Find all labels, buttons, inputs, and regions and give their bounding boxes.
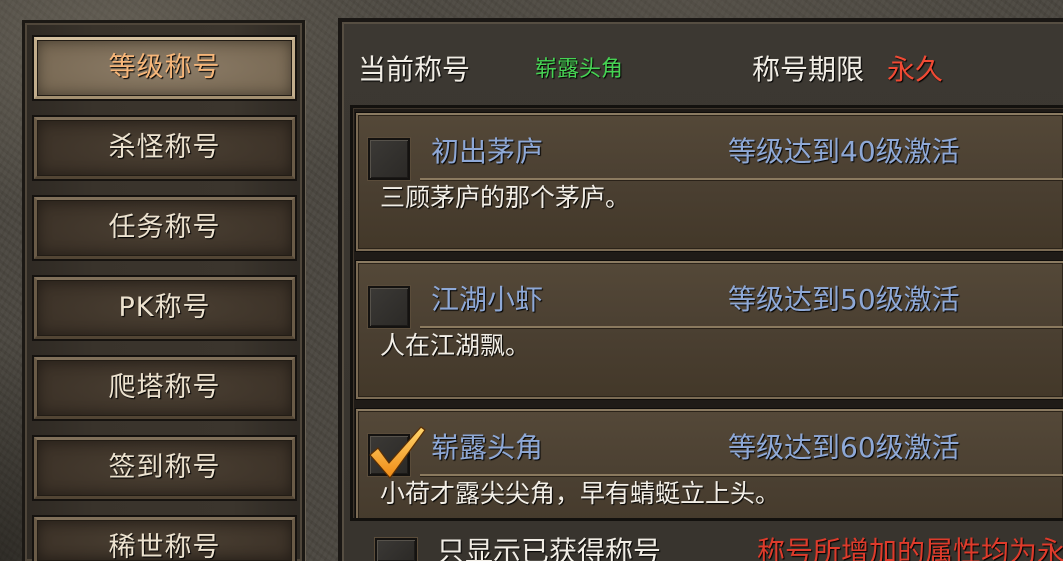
title-checkbox[interactable]	[368, 138, 410, 180]
title-checkbox[interactable]	[368, 286, 410, 328]
title-description: 人在江湖飘。	[380, 331, 531, 360]
current-title-value: 崭露头角	[535, 57, 624, 82]
title-name: 崭露头角	[431, 431, 544, 464]
owned-only-label: 只显示已获得称号	[437, 535, 662, 561]
title-divider	[420, 326, 1063, 328]
title-name: 初出茅庐	[431, 135, 544, 168]
tab-label: PK称号	[118, 292, 211, 323]
title-description: 小荷才露尖尖角，早有蜻蜓立上头。	[380, 479, 781, 508]
tab-monster-kill-titles[interactable]: 杀怪称号	[34, 117, 295, 179]
category-sidebar: 等级称号 杀怪称号 任务称号 PK称号 爬塔称号 签到称号 稀世称号	[22, 20, 305, 561]
title-requirement: 等级达到60级激活	[728, 431, 960, 464]
title-requirement: 等级达到40级激活	[728, 135, 960, 168]
title-name: 江湖小虾	[431, 283, 544, 316]
title-card[interactable]: 江湖小虾 等级达到50级激活 人在江湖飘。	[356, 261, 1063, 399]
tab-label: 爬塔称号	[108, 372, 221, 403]
tab-sign-in-titles[interactable]: 签到称号	[34, 437, 295, 499]
title-window: 等级称号 杀怪称号 任务称号 PK称号 爬塔称号 签到称号 稀世称号 当前称号 …	[0, 0, 1063, 561]
tab-label: 任务称号	[108, 212, 221, 243]
title-duration-label: 称号期限	[752, 53, 865, 86]
tab-label: 杀怪称号	[108, 132, 221, 163]
title-list[interactable]: 初出茅庐 等级达到40级激活 三顾茅庐的那个茅庐。 江湖小虾 等级达到50级激活…	[350, 105, 1063, 521]
checkmark-icon	[369, 426, 426, 479]
tab-pk-titles[interactable]: PK称号	[34, 277, 295, 339]
current-title-label: 当前称号	[358, 53, 471, 86]
title-card[interactable]: 崭露头角 等级达到60级激活 小荷才露尖尖角，早有蜻蜓立上头。	[356, 409, 1063, 518]
title-checkbox[interactable]	[368, 426, 426, 479]
tab-level-titles[interactable]: 等级称号	[34, 37, 295, 99]
owned-only-checkbox[interactable]	[375, 538, 417, 561]
title-divider	[420, 474, 1063, 476]
title-requirement: 等级达到50级激活	[728, 283, 960, 316]
tab-quest-titles[interactable]: 任务称号	[34, 197, 295, 259]
tab-label: 稀世称号	[108, 532, 221, 561]
title-divider	[420, 178, 1063, 180]
tab-rare-titles[interactable]: 稀世称号	[34, 517, 295, 561]
checkmark-shape	[369, 426, 426, 479]
title-panel: 当前称号 崭露头角 称号期限 永久 初出茅庐 等级达到40级激活 三顾茅庐的那个…	[338, 18, 1063, 561]
attribute-notice: 称号所增加的属性均为永	[757, 535, 1063, 561]
tab-tower-climb-titles[interactable]: 爬塔称号	[34, 357, 295, 419]
title-description: 三顾茅庐的那个茅庐。	[380, 183, 631, 212]
title-duration-value: 永久	[887, 53, 944, 86]
tab-label: 等级称号	[108, 52, 221, 83]
tab-label: 签到称号	[108, 452, 221, 483]
title-card[interactable]: 初出茅庐 等级达到40级激活 三顾茅庐的那个茅庐。	[356, 113, 1063, 251]
